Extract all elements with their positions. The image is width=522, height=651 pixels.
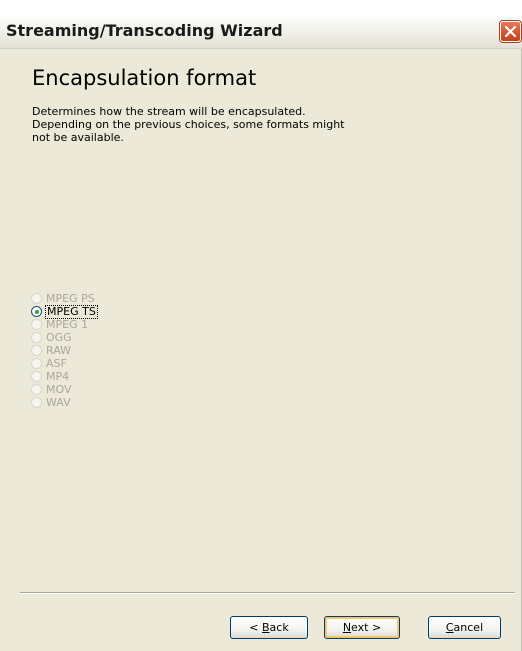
radio-button-selected-icon bbox=[31, 306, 42, 317]
next-button[interactable]: Next > bbox=[324, 616, 400, 639]
wizard-window: Streaming/Transcoding Wizard Encapsulati… bbox=[0, 0, 522, 651]
radio-mpeg-ps[interactable]: MPEG PS bbox=[31, 292, 97, 305]
radio-label: MPEG PS bbox=[46, 291, 95, 305]
close-icon bbox=[504, 25, 517, 38]
radio-button-icon bbox=[31, 384, 42, 395]
cancel-button[interactable]: Cancel bbox=[428, 616, 501, 639]
radio-raw[interactable]: RAW bbox=[31, 344, 97, 357]
description-line: Depending on the previous choices, some … bbox=[32, 118, 345, 131]
radio-mpeg-1[interactable]: MPEG 1 bbox=[31, 318, 97, 331]
radio-button-icon bbox=[31, 371, 42, 382]
radio-label: RAW bbox=[46, 343, 71, 357]
radio-label: MPEG TS bbox=[45, 304, 98, 319]
radio-label: MOV bbox=[46, 382, 72, 396]
radio-button-icon bbox=[31, 332, 42, 343]
title-bar[interactable]: Streaming/Transcoding Wizard bbox=[0, 0, 522, 49]
radio-wav[interactable]: WAV bbox=[31, 396, 97, 409]
radio-mov[interactable]: MOV bbox=[31, 383, 97, 396]
encapsulation-format-list: MPEG PS MPEG TS MPEG 1 OGG RAW ASF MP4 M… bbox=[31, 292, 98, 409]
radio-button-icon bbox=[31, 319, 42, 330]
radio-label: ASF bbox=[46, 356, 67, 370]
back-button-label-post: ack bbox=[269, 621, 289, 634]
cancel-button-mnemonic: C bbox=[445, 621, 454, 634]
page-heading: Encapsulation format bbox=[32, 66, 257, 90]
close-button[interactable] bbox=[500, 21, 521, 42]
radio-label: OGG bbox=[46, 330, 72, 344]
next-button-mnemonic: N bbox=[342, 621, 352, 634]
window-title: Streaming/Transcoding Wizard bbox=[6, 21, 283, 40]
cancel-button-label-post: ancel bbox=[453, 621, 484, 634]
next-button-label-post: ext > bbox=[351, 621, 382, 634]
radio-button-icon bbox=[31, 358, 42, 369]
page-description: Determines how the stream will be encaps… bbox=[32, 105, 412, 144]
radio-asf[interactable]: ASF bbox=[31, 357, 97, 370]
radio-button-icon bbox=[31, 293, 42, 304]
radio-label: MP4 bbox=[46, 369, 70, 383]
back-button[interactable]: < Back bbox=[230, 616, 308, 639]
footer-separator bbox=[20, 592, 515, 594]
radio-button-icon bbox=[31, 397, 42, 408]
description-line: Determines how the stream will be encaps… bbox=[32, 105, 306, 118]
radio-label: WAV bbox=[46, 395, 71, 409]
back-button-mnemonic: B bbox=[262, 621, 270, 634]
radio-mpeg-ts[interactable]: MPEG TS bbox=[31, 304, 98, 319]
back-button-label-pre: < bbox=[249, 621, 262, 634]
description-line: not be available. bbox=[32, 131, 124, 144]
radio-label: MPEG 1 bbox=[46, 317, 89, 331]
radio-ogg[interactable]: OGG bbox=[31, 331, 97, 344]
radio-mp4[interactable]: MP4 bbox=[31, 370, 97, 383]
radio-button-icon bbox=[31, 345, 42, 356]
